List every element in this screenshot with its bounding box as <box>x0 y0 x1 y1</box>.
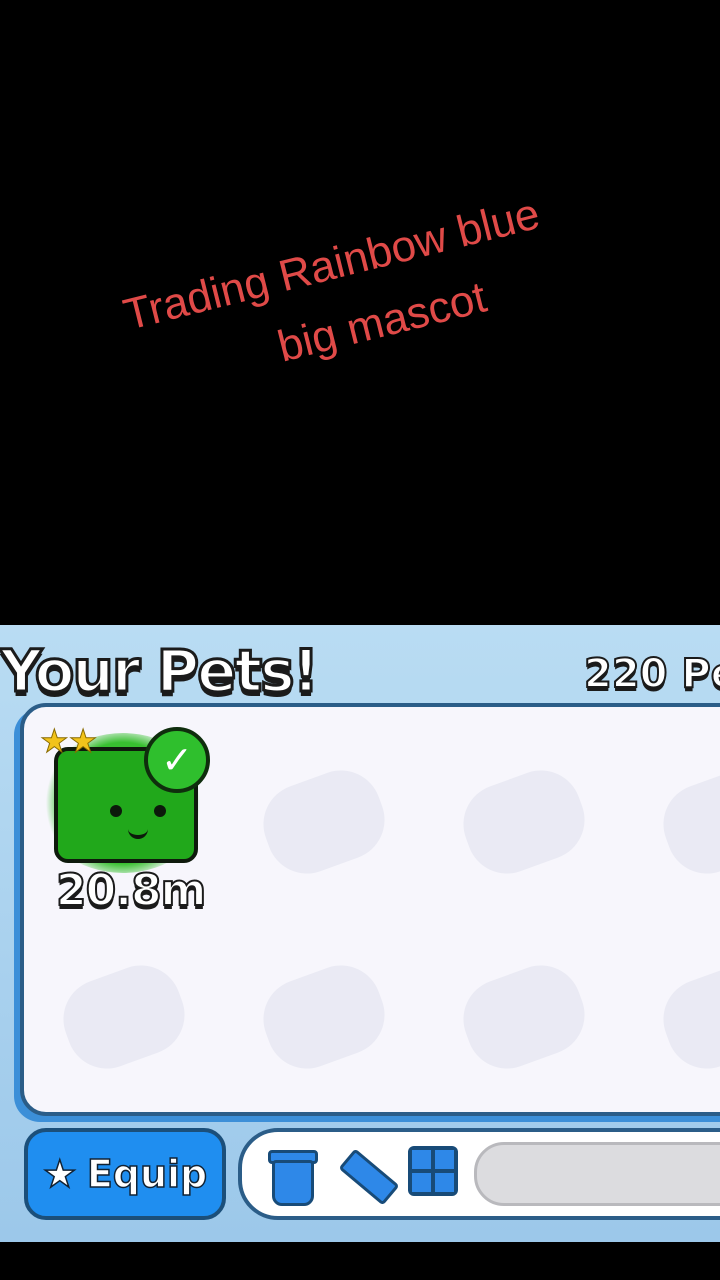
star-icon: ★ <box>42 1151 78 1197</box>
empty-slot[interactable] <box>252 759 396 885</box>
pet-eye <box>154 805 166 817</box>
empty-slot[interactable] <box>52 954 196 1080</box>
pet-value-label: 20.8m <box>55 864 207 917</box>
star-icon: ★★ <box>39 722 98 760</box>
empty-slot[interactable] <box>452 759 596 885</box>
inventory-toolbar <box>238 1128 720 1220</box>
empty-slot[interactable] <box>252 954 396 1080</box>
search-input[interactable] <box>474 1142 720 1206</box>
equip-button[interactable]: ★ Equip <box>24 1128 226 1220</box>
empty-slot[interactable] <box>652 954 720 1080</box>
checkmark-icon: ✓ <box>144 727 210 793</box>
pet-card[interactable]: ★★ ✓ 20.8m <box>36 725 226 925</box>
pet-eye <box>110 805 122 817</box>
empty-slot[interactable] <box>652 759 720 885</box>
inventory-title: Your Pets! <box>0 636 321 707</box>
grid-icon[interactable] <box>408 1146 464 1202</box>
pets-inventory-panel: Your Pets! 220 Pe ★★ ✓ 20.8m ★ Equip <box>0 625 720 1242</box>
empty-slot[interactable] <box>452 954 596 1080</box>
grid-cell <box>412 1173 431 1192</box>
grid-cell <box>412 1150 431 1169</box>
overlay-caption: Trading Rainbow blue big mascot <box>52 164 628 431</box>
trash-can <box>272 1160 314 1206</box>
grid-cell <box>435 1173 454 1192</box>
equip-label: Equip <box>86 1151 208 1197</box>
pencil-icon[interactable] <box>334 1146 400 1206</box>
pet-count: 220 Pe <box>583 650 720 698</box>
trash-icon[interactable] <box>264 1146 320 1206</box>
pencil-body <box>338 1148 400 1206</box>
grid-cell <box>435 1150 454 1169</box>
pet-mouth <box>128 825 148 839</box>
grid-icon-shape <box>408 1146 458 1196</box>
